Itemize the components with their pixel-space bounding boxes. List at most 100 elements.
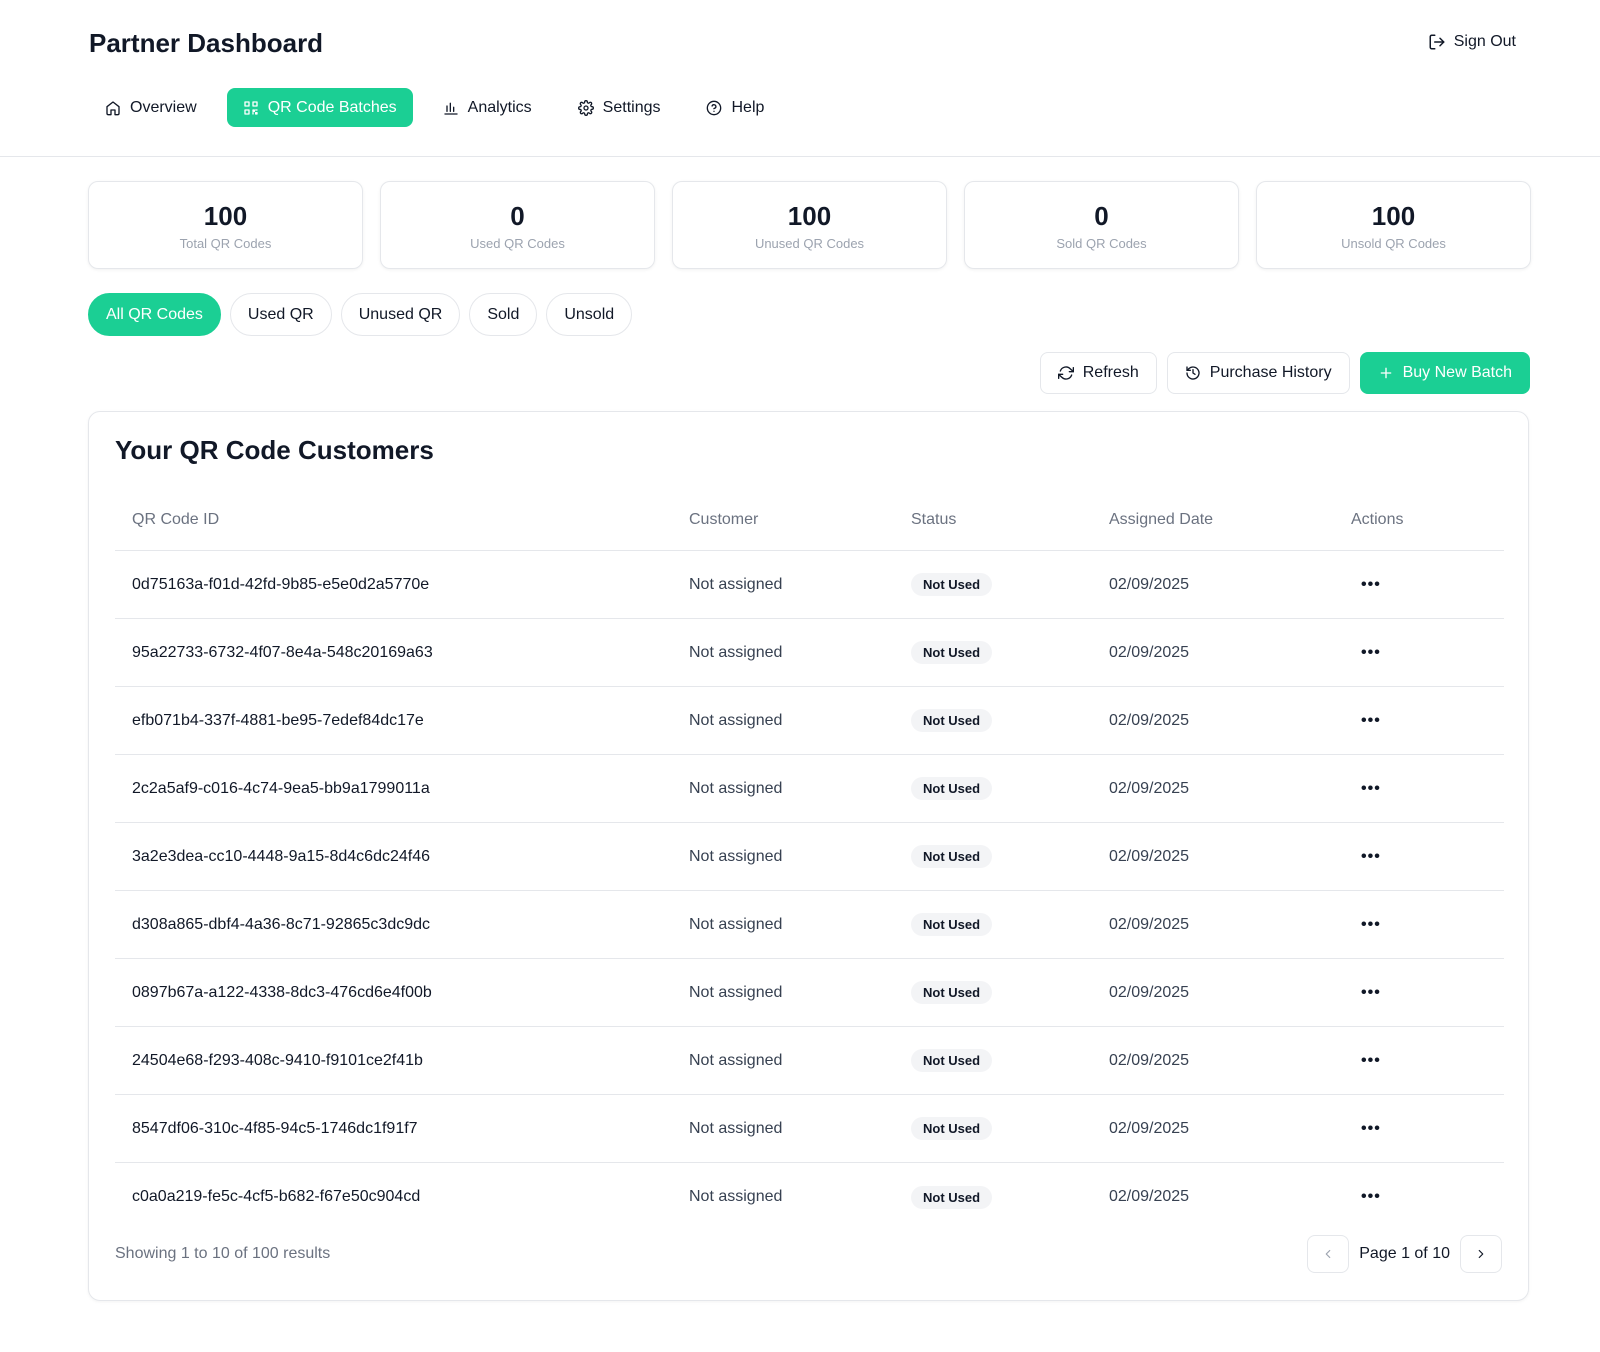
customer-cell: Not assigned bbox=[689, 1119, 783, 1137]
customer-cell: Not assigned bbox=[689, 847, 783, 865]
actions-cell: ••• bbox=[1351, 780, 1504, 798]
nav-label: Settings bbox=[602, 98, 661, 116]
bar-chart-icon bbox=[443, 102, 458, 115]
assigned-date-cell: 02/09/2025 bbox=[1109, 847, 1190, 865]
table-body: 0d75163a-f01d-42fd-9b85-e5e0d2a5770e Not … bbox=[115, 551, 1504, 1231]
assigned-date-cell: 02/09/2025 bbox=[1109, 1188, 1190, 1205]
refresh-button[interactable]: Refresh bbox=[1039, 352, 1157, 394]
nav-help[interactable]: Help bbox=[690, 88, 780, 127]
filter-sold[interactable]: Sold bbox=[469, 293, 538, 336]
main-nav: Overview QR Code Batches Analytics Setti… bbox=[89, 88, 780, 127]
qr-code-id-cell: 8547df06-310c-4f85-94c5-1746dc1f91f7 bbox=[132, 1119, 418, 1137]
gear-icon bbox=[577, 99, 594, 116]
stat-value: 100 bbox=[787, 201, 832, 231]
purchase-history-button[interactable]: Purchase History bbox=[1166, 352, 1350, 394]
next-page-button[interactable] bbox=[1460, 1235, 1502, 1273]
prev-page-button[interactable] bbox=[1307, 1235, 1350, 1273]
nav-overview[interactable]: Overview bbox=[89, 88, 213, 127]
customer-cell: Not assigned bbox=[689, 643, 783, 661]
table-row: 24504e68-f293-408c-9410-f9101ce2f41b Not … bbox=[115, 1027, 1504, 1095]
status-cell: Not Used bbox=[911, 913, 1109, 936]
more-horizontal-icon[interactable]: ••• bbox=[1351, 712, 1391, 729]
assigned-date-cell: 02/09/2025 bbox=[1109, 1051, 1190, 1069]
customers-table: QR Code ID Customer Status Assigned Date… bbox=[115, 490, 1504, 1231]
stat-value: 100 bbox=[203, 201, 248, 231]
qr-code-id-cell: efb071b4-337f-4881-be95-7edef84dc17e bbox=[132, 711, 424, 729]
stat-card-total: 100 Total QR Codes bbox=[88, 181, 363, 269]
top-header: Partner Dashboard Sign Out Overview QR C… bbox=[0, 0, 1600, 157]
customer-cell: Not assigned bbox=[689, 575, 783, 593]
column-header-status: Status bbox=[911, 511, 957, 528]
assigned-date-cell: 02/09/2025 bbox=[1109, 711, 1190, 729]
stat-label: Sold QR Codes bbox=[1056, 236, 1147, 251]
purchase-history-label: Purchase History bbox=[1209, 364, 1332, 381]
nav-label: Overview bbox=[130, 98, 197, 116]
filter-all-qr-codes[interactable]: All QR Codes bbox=[88, 293, 221, 336]
actions-cell: ••• bbox=[1351, 644, 1504, 662]
status-badge: Not Used bbox=[911, 845, 993, 868]
more-horizontal-icon[interactable]: ••• bbox=[1351, 984, 1391, 1001]
assigned-date-cell: 02/09/2025 bbox=[1109, 575, 1190, 593]
status-cell: Not Used bbox=[911, 709, 1109, 732]
nav-qr-code-batches[interactable]: QR Code Batches bbox=[226, 88, 413, 127]
refresh-icon bbox=[1057, 366, 1074, 380]
more-horizontal-icon[interactable]: ••• bbox=[1351, 1052, 1391, 1069]
sign-out-button[interactable]: Sign Out bbox=[1428, 33, 1516, 51]
nav-label: QR Code Batches bbox=[267, 98, 397, 116]
more-horizontal-icon[interactable]: ••• bbox=[1351, 1189, 1391, 1205]
filter-used-qr[interactable]: Used QR bbox=[229, 293, 332, 336]
status-badge: Not Used bbox=[911, 573, 993, 596]
assigned-date-cell: 02/09/2025 bbox=[1109, 1119, 1190, 1137]
status-badge: Not Used bbox=[911, 777, 993, 800]
more-horizontal-icon[interactable]: ••• bbox=[1351, 644, 1391, 661]
actions-cell: ••• bbox=[1351, 848, 1504, 866]
status-badge: Not Used bbox=[911, 913, 993, 936]
more-horizontal-icon[interactable]: ••• bbox=[1351, 780, 1391, 797]
table-header: QR Code ID Customer Status Assigned Date… bbox=[115, 490, 1504, 551]
stat-card-unsold: 100 Unsold QR Codes bbox=[1256, 181, 1531, 269]
customers-card: Your QR Code Customers QR Code ID Custom… bbox=[88, 411, 1529, 1301]
more-horizontal-icon[interactable]: ••• bbox=[1351, 1120, 1391, 1137]
refresh-label: Refresh bbox=[1082, 364, 1139, 381]
stat-label: Total QR Codes bbox=[179, 236, 272, 251]
qr-code-id-cell: d308a865-dbf4-4a36-8c71-92865c3dc9dc bbox=[132, 915, 431, 933]
more-horizontal-icon[interactable]: ••• bbox=[1351, 576, 1391, 593]
more-horizontal-icon[interactable]: ••• bbox=[1351, 916, 1391, 933]
assigned-date-cell: 02/09/2025 bbox=[1109, 643, 1190, 661]
status-cell: Not Used bbox=[911, 1049, 1109, 1072]
table-row: 3a2e3dea-cc10-4448-9a15-8d4c6dc24f46 Not … bbox=[115, 823, 1504, 891]
actions-cell: ••• bbox=[1351, 916, 1504, 934]
actions-cell: ••• bbox=[1351, 1052, 1504, 1070]
filter-unsold[interactable]: Unsold bbox=[546, 293, 633, 336]
nav-settings[interactable]: Settings bbox=[562, 88, 677, 127]
nav-analytics[interactable]: Analytics bbox=[427, 88, 548, 127]
stat-value: 100 bbox=[1371, 201, 1416, 231]
table-row: 0897b67a-a122-4338-8dc3-476cd6e4f00b Not … bbox=[115, 959, 1504, 1027]
status-cell: Not Used bbox=[911, 1185, 1109, 1209]
table-row: 95a22733-6732-4f07-8e4a-548c20169a63 Not … bbox=[115, 619, 1504, 687]
filter-unused-qr[interactable]: Unused QR bbox=[340, 293, 461, 336]
action-buttons: Refresh Purchase History Buy New Batch bbox=[1039, 352, 1530, 394]
actions-cell: ••• bbox=[1351, 984, 1504, 1002]
qr-code-id-cell: c0a0a219-fe5c-4cf5-b682-f67e50c904cd bbox=[132, 1188, 421, 1205]
column-header-qr-code-id: QR Code ID bbox=[132, 511, 220, 528]
stat-card-unused: 100 Unused QR Codes bbox=[672, 181, 947, 269]
status-badge: Not Used bbox=[911, 1185, 993, 1209]
actions-cell: ••• bbox=[1351, 1188, 1504, 1206]
stat-card-used: 0 Used QR Codes bbox=[380, 181, 655, 269]
assigned-date-cell: 02/09/2025 bbox=[1109, 779, 1190, 797]
more-horizontal-icon[interactable]: ••• bbox=[1351, 848, 1391, 865]
column-header-customer: Customer bbox=[689, 511, 759, 528]
buy-new-batch-button[interactable]: Buy New Batch bbox=[1359, 352, 1530, 394]
results-summary: Showing 1 to 10 of 100 results bbox=[115, 1245, 331, 1262]
page-indicator: Page 1 of 10 bbox=[1359, 1245, 1450, 1262]
qr-code-id-cell: 0d75163a-f01d-42fd-9b85-e5e0d2a5770e bbox=[132, 575, 430, 593]
table-footer: Showing 1 to 10 of 100 results Page 1 of… bbox=[115, 1234, 1502, 1274]
table-row: 2c2a5af9-c016-4c74-9ea5-bb9a1799011a Not … bbox=[115, 755, 1504, 823]
assigned-date-cell: 02/09/2025 bbox=[1109, 915, 1190, 933]
status-cell: Not Used bbox=[911, 777, 1109, 800]
pagination: Page 1 of 10 bbox=[1307, 1235, 1502, 1273]
status-cell: Not Used bbox=[911, 1117, 1109, 1140]
qr-code-id-cell: 3a2e3dea-cc10-4448-9a15-8d4c6dc24f46 bbox=[132, 847, 431, 865]
chevron-left-icon bbox=[1325, 1249, 1331, 1259]
